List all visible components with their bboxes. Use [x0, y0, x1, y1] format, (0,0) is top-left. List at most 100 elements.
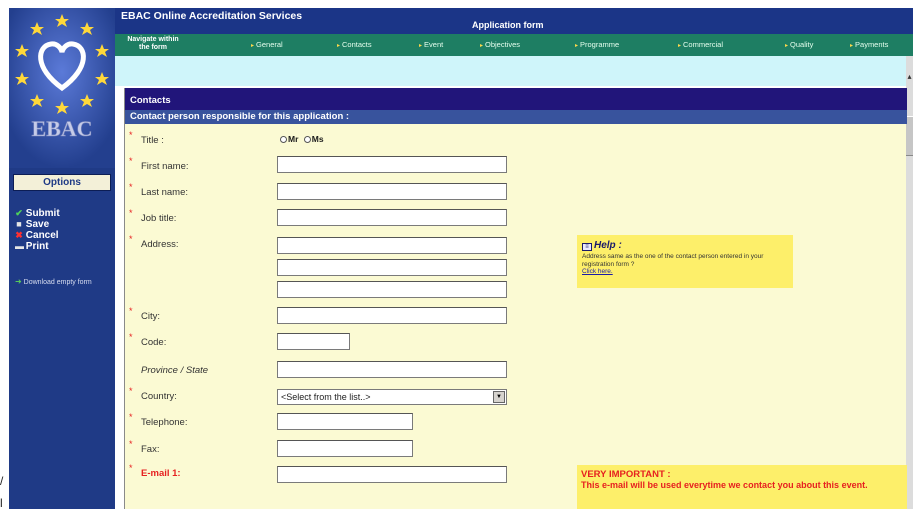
last-name-label: Last name:	[141, 187, 188, 198]
required-marker: *	[129, 386, 133, 396]
arrow-right-icon: ▸	[251, 43, 255, 49]
print-button[interactable]: ▬ Print	[15, 241, 49, 252]
arrow-right-icon: ▸	[850, 43, 854, 49]
subsection-title: Contact person responsible for this appl…	[125, 110, 907, 124]
important-notice: VERY IMPORTANT : This e-mail will be use…	[577, 465, 907, 509]
job-title-input[interactable]	[277, 209, 507, 226]
required-marker: *	[129, 332, 133, 342]
logo-wordmark: EBAC	[31, 116, 92, 141]
arrow-right-icon: ▸	[785, 43, 789, 49]
title-ms-label: Ms	[311, 134, 324, 144]
help-book-icon: ≡	[582, 243, 592, 251]
required-marker: *	[129, 130, 133, 140]
title-ms-radio[interactable]	[303, 136, 311, 143]
submit-label: Submit	[25, 208, 60, 219]
app-title: EBAC Online Accreditation Services	[121, 10, 303, 22]
download-arrow-icon: ➜	[15, 277, 22, 286]
important-text: This e-mail will be used everytime we co…	[581, 480, 868, 490]
required-marker: *	[129, 182, 133, 192]
telephone-label: Telephone:	[141, 417, 188, 428]
province-input[interactable]	[277, 361, 507, 378]
nav-item-event[interactable]: ▸ Event	[419, 40, 443, 49]
nav-item-quality[interactable]: ▸ Quality	[785, 40, 813, 49]
city-label: City:	[141, 311, 160, 322]
fax-input[interactable]	[277, 440, 413, 457]
required-marker: *	[129, 208, 133, 218]
last-name-input[interactable]	[277, 183, 507, 200]
options-title: Options	[13, 174, 111, 191]
nav-item-general[interactable]: ▸ General	[251, 40, 283, 49]
nav-item-commercial[interactable]: ▸ Commercial	[678, 40, 723, 49]
address-line-1-input[interactable]	[277, 237, 507, 254]
country-select[interactable]: <Select from the list..> ▼	[277, 389, 507, 405]
form-nav-bar: Navigate within the form ▸ General ▸ Conta…	[115, 34, 913, 56]
download-empty-form-link[interactable]: ➜ Download empty form	[15, 278, 113, 287]
section-title: Contacts	[125, 88, 907, 110]
email-input[interactable]	[277, 466, 507, 483]
cancel-button[interactable]: ✖ Cancel	[15, 230, 59, 241]
city-input[interactable]	[277, 307, 507, 324]
help-box: ≡ Help : Address same as the one of the c…	[577, 235, 793, 288]
required-marker: *	[129, 156, 133, 166]
country-select-value: <Select from the list..>	[281, 392, 371, 402]
nav-item-objectives[interactable]: ▸ Objectives	[480, 40, 520, 49]
submit-button[interactable]: ✔ Submit	[15, 208, 60, 219]
province-label: Province / State	[141, 365, 209, 376]
first-name-input[interactable]	[277, 156, 507, 173]
vertical-scrollbar[interactable]: ▴	[906, 56, 913, 509]
disk-icon: ■	[16, 219, 22, 229]
check-icon: ✔	[15, 208, 23, 218]
required-marker: *	[129, 306, 133, 316]
job-title-label: Job title:	[141, 213, 177, 224]
email-label: E-mail 1:	[141, 468, 181, 479]
form-title: Application form	[472, 20, 544, 30]
arrow-right-icon: ▸	[480, 43, 484, 49]
country-label: Country:	[141, 391, 177, 402]
title-mr-label: Mr	[288, 134, 299, 144]
scroll-up-icon[interactable]: ▴	[906, 72, 913, 82]
help-click-here-link[interactable]: Click here.	[582, 268, 788, 276]
ebac-logo: EBAC	[9, 8, 115, 168]
title-label: Title :	[141, 135, 164, 146]
arrow-right-icon: ▸	[419, 43, 423, 49]
save-button[interactable]: ■ Save	[15, 219, 49, 230]
fax-label: Fax:	[141, 444, 160, 455]
chevron-down-icon[interactable]: ▼	[493, 391, 505, 403]
scroll-thumb[interactable]	[906, 116, 913, 156]
printer-icon: ▬	[15, 241, 24, 251]
title-radio-group: Mr Ms	[280, 134, 324, 144]
code-input[interactable]	[277, 333, 350, 350]
clipped-edge-glyph: l	[0, 496, 3, 509]
nav-footer-strip	[115, 56, 913, 86]
help-title: ≡ Help :	[582, 240, 788, 251]
arrow-right-icon: ▸	[575, 43, 579, 49]
nav-item-contacts[interactable]: ▸ Contacts	[337, 40, 372, 49]
nav-item-programme[interactable]: ▸ Programme	[575, 40, 619, 49]
required-marker: *	[129, 234, 133, 244]
help-text: Address same as the one of the contact p…	[582, 253, 764, 268]
title-mr-radio[interactable]	[280, 136, 287, 143]
address-line-3-input[interactable]	[277, 281, 507, 298]
download-label: Download empty form	[23, 279, 92, 286]
contacts-form-panel: Contacts Contact person responsible for …	[124, 88, 907, 509]
required-marker: *	[129, 412, 133, 422]
arrow-right-icon: ▸	[337, 43, 341, 49]
first-name-label: First name:	[141, 161, 189, 172]
sidebar: EBAC Options ✔ Submit ■ Save ✖ Cancel ▬ …	[9, 8, 115, 509]
cross-icon: ✖	[15, 230, 23, 240]
print-label: Print	[25, 241, 49, 252]
arrow-right-icon: ▸	[678, 43, 682, 49]
required-marker: *	[129, 463, 133, 473]
page-root: EBAC Options ✔ Submit ■ Save ✖ Cancel ▬ …	[0, 0, 913, 509]
telephone-input[interactable]	[277, 413, 413, 430]
clipped-edge-glyph: /	[0, 474, 4, 488]
cancel-label: Cancel	[25, 230, 59, 241]
code-label: Code:	[141, 337, 167, 348]
top-header: EBAC Online Accreditation Services Appli…	[115, 8, 913, 34]
nav-label: Navigate within the form	[127, 36, 179, 51]
important-title: VERY IMPORTANT :	[581, 469, 671, 480]
nav-item-payments[interactable]: ▸ Payments	[850, 40, 888, 49]
save-label: Save	[25, 219, 50, 230]
address-label: Address:	[141, 239, 179, 250]
address-line-2-input[interactable]	[277, 259, 507, 276]
